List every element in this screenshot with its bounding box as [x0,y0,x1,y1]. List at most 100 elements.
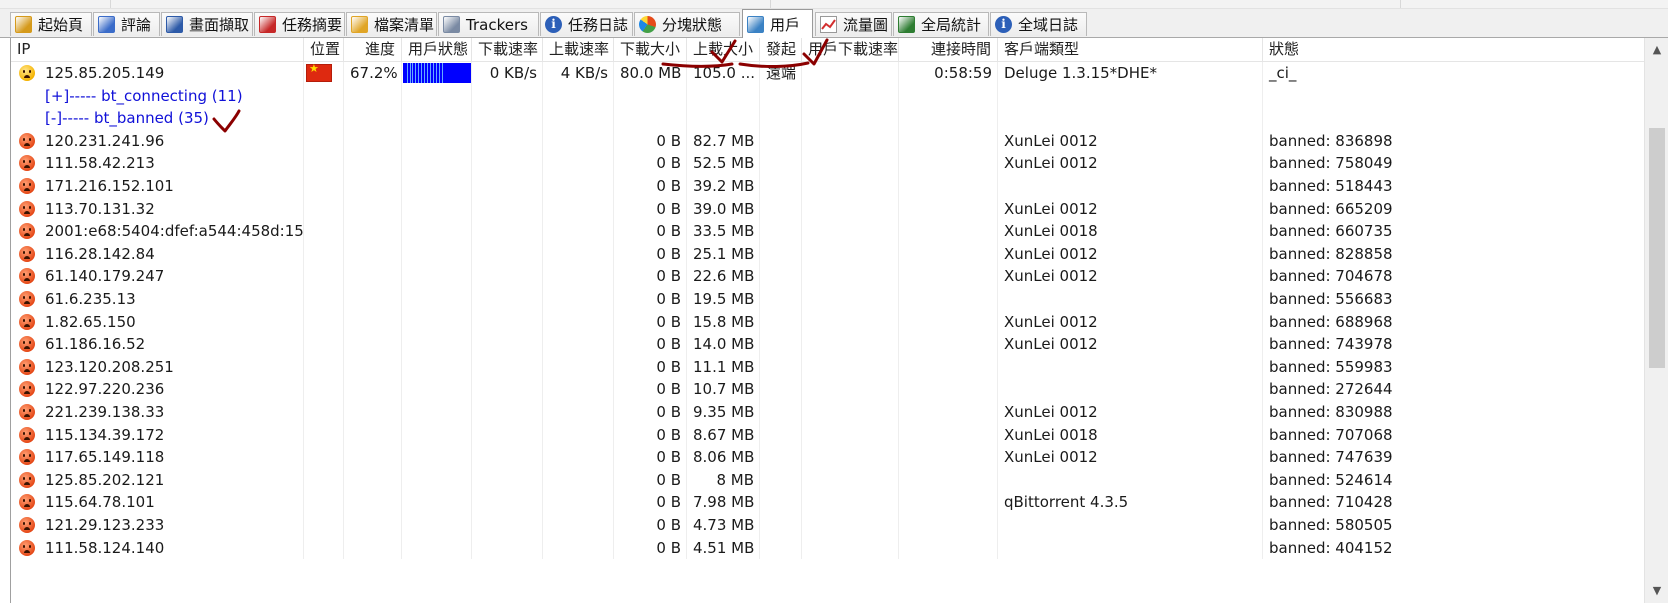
grid-line [801,220,802,243]
grid-line [471,514,472,537]
group-row-2[interactable]: [-]----- bt_banned (35) [11,107,1645,130]
banned-peer-row[interactable]: 122.97.220.236 0 B 10.7 MB banned: 272644 [11,378,1645,401]
column-header-initiated[interactable]: 發起 [760,38,802,61]
grid-line [471,265,472,288]
cell-downloaded-size: 0 B [656,312,681,331]
tab-11[interactable]: 全局統計 [893,12,989,36]
cell-client-type [998,288,1263,310]
cell-status: banned: 404152 [1269,538,1393,557]
tab-2[interactable]: 評論 [93,12,160,36]
tab-label: 起始頁 [38,16,84,34]
banned-peer-row[interactable]: 111.58.42.213 0 B 52.5 MB XunLei 0012 banned… [11,152,1645,175]
cell-downloaded-size: 0 B [656,244,681,263]
cell-uploaded-size: 22.6 MB [693,267,755,286]
cell-ip: 120.231.241.96 [45,131,165,150]
grid-line [542,514,543,537]
banned-peer-row[interactable]: 111.58.124.140 0 B 4.51 MB banned: 404152 [11,536,1645,560]
banned-peer-row[interactable]: 121.29.123.233 0 B 4.73 MB banned: 580505 [11,514,1645,537]
grid-line [613,107,614,130]
tab-6[interactable]: Trackers [438,12,539,36]
grid-line [801,107,802,130]
tab-3[interactable]: 畫面擷取 [161,12,253,36]
banned-peer-row[interactable]: 2001:e68:5404:dfef:a544:458d:153c:d... 0 … [11,220,1645,243]
cell-status: banned: 272644 [1269,380,1393,399]
banned-peer-row[interactable]: 117.65.149.118 0 B 8.06 MB XunLei 0012 banne… [11,446,1645,469]
column-header-status[interactable]: 狀態 [1263,38,1645,61]
task-summary-icon [259,16,276,33]
grid-line [471,129,472,153]
grid-line [401,288,402,311]
tab-1[interactable]: 起始頁 [10,12,92,36]
banned-peer-row[interactable]: 61.6.235.13 0 B 19.5 MB banned: 556683 [11,288,1645,311]
grid-line [343,378,344,401]
banned-peer-row[interactable]: 115.64.78.101 0 B 7.98 MB qBittorrent 4.3.5… [11,491,1645,514]
grid-line [801,288,802,311]
grid-line [471,355,472,379]
grid-line [343,333,344,356]
group-row-1[interactable]: [+]----- bt_connecting (11) [11,84,1645,108]
banned-peer-row[interactable]: 116.28.142.84 0 B 25.1 MB XunLei 0012 banned… [11,242,1645,266]
grid-line [401,242,402,266]
grid-line [401,378,402,401]
cell-uploaded-size: 8.06 MB [693,448,755,467]
cell-ip[interactable]: [-]----- bt_banned (35) [11,107,311,129]
banned-peer-row[interactable]: 125.85.202.121 0 B 8 MB banned: 524614 [11,468,1645,492]
column-header-uploaded-size[interactable]: 上載大小 [687,38,760,61]
grid-line [898,107,899,130]
grid-line [542,378,543,401]
grid-line [898,468,899,492]
banned-peer-row[interactable]: 113.70.131.32 0 B 39.0 MB XunLei 0012 banned… [11,197,1645,221]
grid-line [343,310,344,334]
scroll-down-arrow-icon[interactable]: ▼ [1645,581,1668,601]
grid-line [343,288,344,311]
cell-status: banned: 836898 [1269,131,1393,150]
scroll-up-arrow-icon[interactable]: ▲ [1645,40,1668,60]
cell-client-type: XunLei 0012 [1004,403,1098,421]
cell-client-type: XunLei 0012 [1004,448,1098,467]
grid-line [542,401,543,424]
banned-peer-row[interactable]: 61.186.16.52 0 B 14.0 MB XunLei 0012 banned:… [11,333,1645,356]
column-header-peer-download-rate[interactable]: 用戶下載速率 [802,38,899,61]
tab-label: 分塊狀態 [662,16,723,34]
cell-ip[interactable]: [+]----- bt_connecting (11) [11,85,311,107]
column-header-upload-rate[interactable]: 上載速率 [543,38,614,61]
tab-9[interactable]: 用戶 [742,9,813,38]
grid-line [343,468,344,492]
grid-line [898,197,899,221]
tab-7[interactable]: i 任務日誌 [540,12,633,36]
tab-4[interactable]: 任務摘要 [254,12,345,36]
scrollbar-thumb[interactable] [1649,128,1665,368]
tab-8[interactable]: 分塊狀態 [634,12,740,36]
tab-label: 檔案清單 [374,16,435,34]
banned-peer-row[interactable]: 123.120.208.251 0 B 11.1 MB banned: 559983 [11,355,1645,379]
cell-status: banned: 743978 [1269,335,1393,354]
banned-peer-row[interactable]: 171.216.152.101 0 B 39.2 MB banned: 518443 [11,175,1645,198]
banned-peer-row[interactable]: 1.82.65.150 0 B 15.8 MB XunLei 0012 banned: … [11,310,1645,334]
grid-line [1262,107,1263,130]
banned-peer-row[interactable]: 115.134.39.172 0 B 8.67 MB XunLei 0018 banne… [11,423,1645,447]
banned-peer-row[interactable]: 61.140.179.247 0 B 22.6 MB XunLei 0012 banne… [11,265,1645,288]
column-header-ip[interactable]: IP [11,38,304,61]
tab-12[interactable]: i 全域日誌 [990,12,1087,36]
vertical-scrollbar[interactable]: ▲ ▼ [1644,38,1668,603]
grid-line [898,175,899,198]
grid-line [801,355,802,379]
grid-line [542,423,543,447]
grid-line [401,355,402,379]
banned-peer-row[interactable]: 120.231.241.96 0 B 82.7 MB XunLei 0012 banne… [11,129,1645,153]
column-header-peer-state[interactable]: 用戶狀態 [402,38,472,61]
column-header-location[interactable]: 位置 [304,38,344,61]
tab-5[interactable]: 檔案清單 [346,12,437,36]
cell-client-type: XunLei 0012 [1004,199,1098,218]
column-header-progress[interactable]: 進度 [344,38,402,61]
column-header-download-rate[interactable]: 下載速率 [472,38,543,61]
list-header: IP 位置 進度 用戶狀態 下載速率 上載速率 下載大小 上載大小 發起 用戶下載速率 連接時間 客戶… [11,38,1645,62]
cell-uploaded-size: 7.98 MB [693,493,755,512]
column-header-connect-time[interactable]: 連接時間 [899,38,998,61]
banned-peer-row[interactable]: 221.239.138.33 0 B 9.35 MB XunLei 0012 banne… [11,401,1645,424]
column-header-downloaded-size[interactable]: 下載大小 [614,38,687,61]
tab-label: 用戶 [770,15,801,34]
tab-10[interactable]: 流量圖 [815,12,892,36]
peer-row-main[interactable]: 125.85.205.149 67.2% 0 KB/s 4 KB/s 80.0 MB 10… [11,62,1645,85]
column-header-client-type[interactable]: 客戶端類型 [998,38,1263,61]
